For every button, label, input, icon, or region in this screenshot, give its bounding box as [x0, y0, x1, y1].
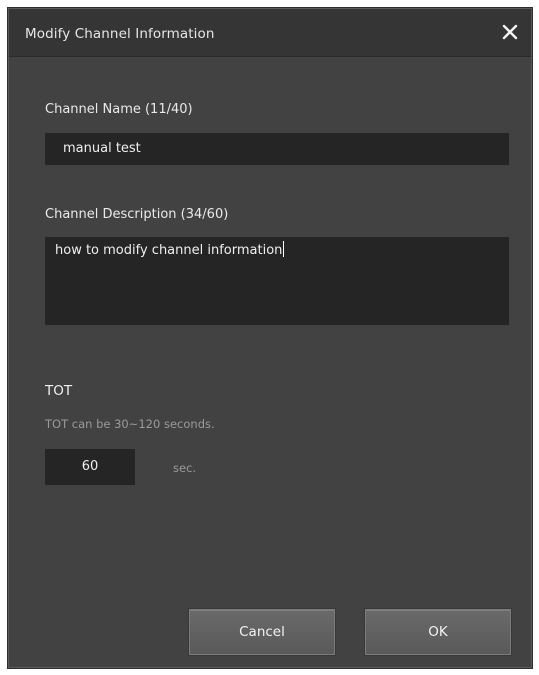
channel-name-input[interactable]: manual test: [45, 133, 509, 165]
ok-button[interactable]: OK: [365, 609, 511, 655]
tot-hint: TOT can be 30~120 seconds.: [45, 417, 215, 431]
tot-title: TOT: [45, 383, 73, 399]
close-button[interactable]: [495, 17, 525, 47]
channel-description-input[interactable]: how to modify channel information: [45, 237, 509, 325]
tot-input[interactable]: 60: [45, 449, 135, 485]
channel-description-value: how to modify channel information: [55, 243, 283, 258]
close-icon: [495, 17, 525, 47]
tot-unit-label: sec.: [173, 461, 197, 475]
text-cursor: [283, 241, 285, 257]
tot-value: 60: [81, 459, 99, 474]
channel-description-label: Channel Description (34/60): [45, 207, 229, 222]
cancel-button[interactable]: Cancel: [189, 609, 335, 655]
dialog-titlebar: Modify Channel Information: [9, 9, 531, 57]
channel-name-label: Channel Name (11/40): [45, 102, 193, 117]
modify-channel-dialog: Modify Channel Information Channel Name …: [8, 8, 532, 668]
channel-name-value: manual test: [63, 141, 141, 156]
dialog-title: Modify Channel Information: [25, 26, 215, 42]
